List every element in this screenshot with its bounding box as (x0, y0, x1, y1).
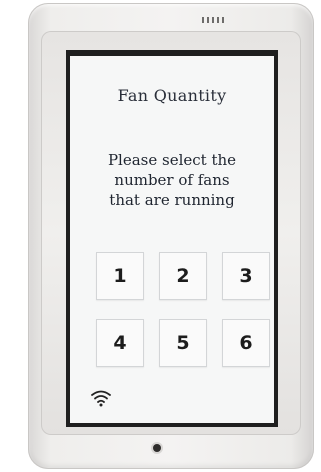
touch-screen: Fan Quantity Please select the number of… (66, 50, 278, 427)
instruction-line: Please select the (107, 151, 237, 169)
fan-count-button-6[interactable]: 6 (222, 319, 270, 367)
fan-count-button-1[interactable]: 1 (96, 252, 144, 300)
fan-count-button-4[interactable]: 4 (96, 319, 144, 367)
home-button[interactable] (153, 444, 161, 452)
page-title: Fan Quantity (117, 86, 227, 105)
wifi-icon (91, 390, 111, 407)
scene: Fan Quantity Please select the number of… (0, 0, 321, 472)
instruction-line: that are running (109, 191, 235, 209)
vent-icon (202, 17, 224, 23)
fan-count-button-3[interactable]: 3 (222, 252, 270, 300)
instruction-text: Please select the number of fans that ar… (70, 150, 274, 210)
fan-count-button-2[interactable]: 2 (159, 252, 207, 300)
instruction-line: number of fans (114, 171, 230, 189)
fan-count-button-5[interactable]: 5 (159, 319, 207, 367)
